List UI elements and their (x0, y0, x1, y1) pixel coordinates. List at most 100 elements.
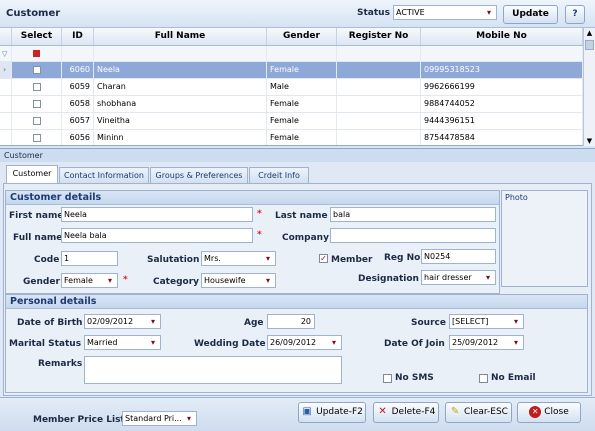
reg-no-input[interactable]: N0254 (421, 249, 496, 264)
photo-box[interactable]: Photo (501, 190, 588, 287)
mobile-no-cell[interactable]: 09995318523 (421, 62, 583, 78)
gender-cell[interactable]: Male (267, 79, 337, 95)
code-input[interactable]: 1 (61, 251, 118, 266)
col-gender[interactable]: Gender (267, 28, 337, 45)
select-checkbox-cell (12, 62, 62, 78)
row-select-checkbox[interactable] (32, 66, 41, 74)
clear-icon: ✎ (450, 405, 460, 417)
row-select-checkbox[interactable] (32, 134, 41, 142)
dropdown-arrow-icon: ▾ (265, 276, 270, 285)
dropdown-arrow-icon: ▾ (513, 317, 518, 326)
table-row[interactable]: 6059 Charan Male 9962666199 (0, 79, 595, 96)
row-indicator[interactable] (0, 79, 12, 95)
full-name-cell[interactable]: Charan (94, 79, 267, 95)
remarks-textarea[interactable] (84, 356, 342, 384)
scroll-thumb[interactable] (585, 40, 594, 50)
register-no-cell[interactable] (337, 96, 421, 112)
register-no-cell[interactable] (337, 79, 421, 95)
gender-cell[interactable]: Female (267, 113, 337, 129)
full-name-cell[interactable]: shobhana (94, 96, 267, 112)
row-select-checkbox[interactable] (32, 117, 41, 125)
row-indicator[interactable] (0, 130, 12, 145)
gender-label: Gender (23, 277, 60, 287)
customer-details-title: Customer details (6, 191, 499, 205)
gender-select[interactable]: Female ▾ (61, 273, 118, 288)
help-icon[interactable]: ? (565, 5, 585, 24)
first-name-input[interactable]: Neela (61, 207, 253, 222)
col-select[interactable]: Select (12, 28, 62, 45)
tab-credit-info[interactable]: Crdeit Info (249, 167, 309, 183)
delete-icon: ✕ (378, 405, 387, 417)
register-no-cell[interactable] (337, 62, 421, 78)
row-indicator[interactable] (0, 113, 12, 129)
last-name-label: Last name (275, 211, 328, 221)
member-price-list-select[interactable]: Standard Pri... ▾ (122, 411, 197, 426)
tab-groups-preferences[interactable]: Groups & Preferences (150, 167, 248, 183)
table-row[interactable]: 6057 Vineitha Female 9444396151 (0, 113, 595, 130)
mobile-no-cell[interactable]: 9962666199 (421, 79, 583, 95)
col-mobile-no[interactable]: Mobile No (421, 28, 583, 45)
mobile-no-cell[interactable]: 9444396151 (421, 113, 583, 129)
register-no-cell[interactable] (337, 130, 421, 145)
delete-f4-button[interactable]: ✕ Delete-F4 (373, 402, 439, 423)
grid-rows: › 6060 Neela Female 09995318523 6059 Charan Mal… (0, 62, 595, 145)
date-of-join-picker[interactable]: 25/09/2012 ▾ (449, 335, 524, 350)
id-cell[interactable]: 6057 (62, 113, 94, 129)
row-select-checkbox[interactable] (32, 100, 41, 108)
gender-cell[interactable]: Female (267, 96, 337, 112)
mobile-no-cell[interactable]: 8754478584 (421, 130, 583, 145)
full-name-cell[interactable]: Neela (94, 62, 267, 78)
row-select-checkbox[interactable] (32, 83, 41, 91)
register-no-cell[interactable] (337, 113, 421, 129)
source-select[interactable]: [SELECT] ▾ (449, 314, 524, 329)
id-cell[interactable]: 6059 (62, 79, 94, 95)
col-register-no[interactable]: Register No (337, 28, 421, 45)
table-row[interactable]: › 6060 Neela Female 09995318523 (0, 62, 595, 79)
tab-contact-information[interactable]: Contact Information (59, 167, 149, 183)
scroll-down-icon[interactable]: ▼ (584, 136, 595, 146)
dropdown-arrow-icon: ▾ (485, 273, 490, 282)
no-email-checkbox[interactable] (479, 374, 488, 383)
mobile-no-cell[interactable]: 9884744052 (421, 96, 583, 112)
no-sms-checkbox[interactable] (383, 374, 392, 383)
clear-esc-button[interactable]: ✎ Clear-ESC (445, 402, 512, 423)
dob-picker[interactable]: 02/09/2012 ▾ (84, 314, 161, 329)
row-indicator[interactable]: › (0, 62, 12, 78)
id-cell[interactable]: 6056 (62, 130, 94, 145)
grid-scrollbar[interactable]: ▲ ▼ (583, 28, 595, 146)
member-checkbox[interactable]: ✓ (319, 254, 328, 263)
id-cell[interactable]: 6060 (62, 62, 94, 78)
full-name-cell[interactable]: Mininn (94, 130, 267, 145)
select-checkbox-cell (12, 96, 62, 112)
table-row[interactable]: 6056 Mininn Female 8754478584 (0, 130, 595, 145)
table-row[interactable]: 6058 shobhana Female 9884744052 (0, 96, 595, 113)
age-label: Age (244, 318, 264, 328)
marital-status-select[interactable]: Married ▾ (84, 335, 161, 350)
filter-row[interactable]: ▽ (0, 46, 595, 62)
last-name-input[interactable]: bala (330, 207, 496, 222)
remarks-label: Remarks (38, 359, 83, 369)
company-input[interactable] (330, 228, 496, 243)
id-cell[interactable]: 6058 (62, 96, 94, 112)
age-input[interactable]: 20 (267, 314, 315, 329)
full-name-cell[interactable]: Vineitha (94, 113, 267, 129)
dropdown-arrow-icon: ▾ (331, 338, 336, 347)
filter-checkbox[interactable] (33, 50, 40, 57)
col-full-name[interactable]: Full Name (94, 28, 267, 45)
scroll-up-icon[interactable]: ▲ (584, 28, 595, 38)
designation-select[interactable]: hair dresser ▾ (421, 270, 496, 285)
salutation-select[interactable]: Mrs. ▾ (201, 251, 276, 266)
gender-cell[interactable]: Female (267, 130, 337, 145)
wedding-date-picker[interactable]: 26/09/2012 ▾ (267, 335, 342, 350)
full-name-input[interactable]: Neela bala (61, 228, 253, 243)
update-f2-button[interactable]: ▣ Update-F2 (298, 402, 366, 423)
row-indicator-header (0, 28, 12, 45)
tab-customer[interactable]: Customer (6, 165, 58, 184)
gender-cell[interactable]: Female (267, 62, 337, 78)
row-indicator[interactable] (0, 96, 12, 112)
status-select[interactable]: ACTIVE ▾ (393, 5, 497, 20)
update-button[interactable]: Update (503, 5, 558, 24)
close-button[interactable]: ✕ Close (517, 402, 581, 423)
col-id[interactable]: ID (62, 28, 94, 45)
category-select[interactable]: Housewife ▾ (201, 273, 276, 288)
